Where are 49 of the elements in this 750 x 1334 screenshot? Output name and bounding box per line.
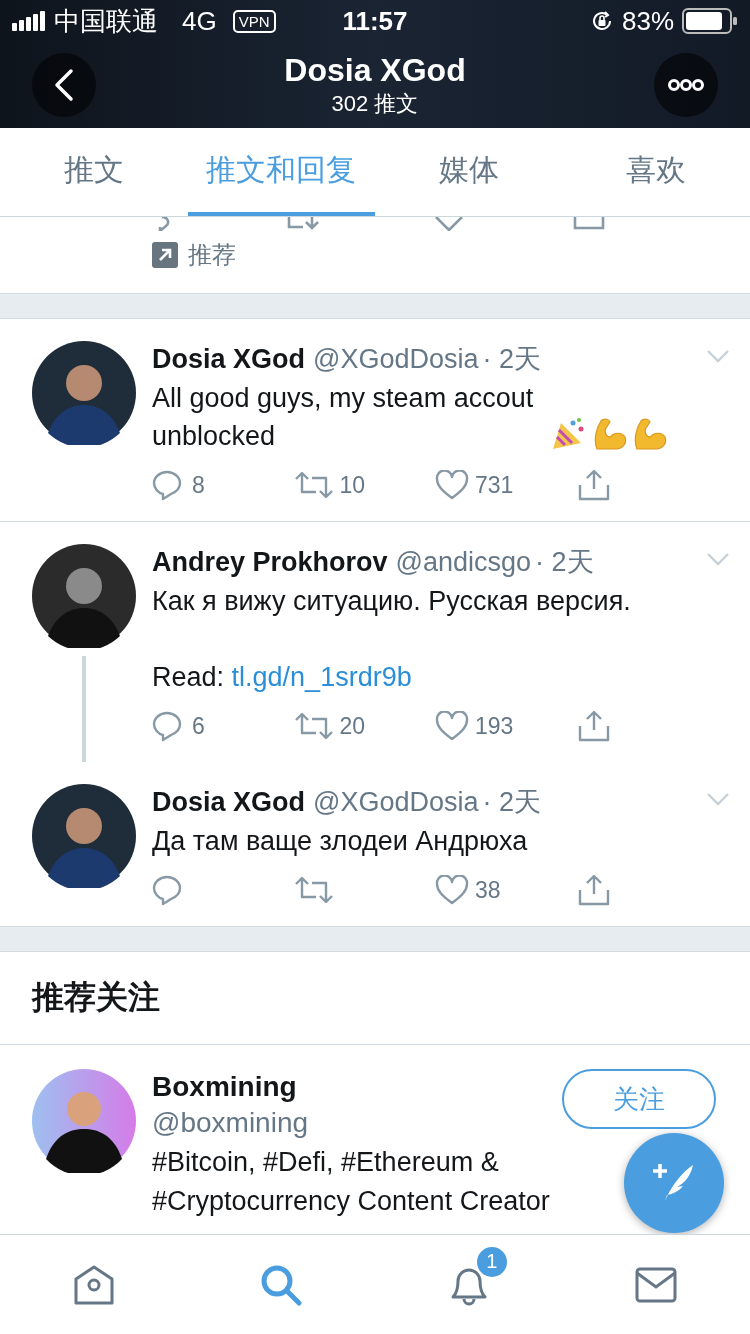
compose-button[interactable]	[624, 1133, 724, 1233]
chevron-left-icon	[53, 68, 75, 102]
reply-count: 6	[192, 712, 205, 740]
author-handle: @XGodDosia	[313, 344, 479, 375]
avatar[interactable]	[32, 341, 136, 445]
network-type: 4G	[182, 5, 217, 37]
user-name[interactable]: Boxmining	[152, 1069, 297, 1105]
tweet-count: 302 推文	[331, 89, 419, 118]
tweet-time: · 2天	[482, 786, 542, 819]
section-title: 推荐关注	[32, 978, 160, 1017]
tweet-text: Да там ваще злодеи Андрюха	[152, 826, 528, 856]
avatar[interactable]	[32, 1069, 136, 1173]
tweet-text: Как я вижу ситуацию. Русская версия.	[152, 586, 631, 616]
chevron-down-icon[interactable]	[706, 552, 730, 566]
user-bio: #Bitcoin, #Defi, #Ethereum & #Cryptocurrency Content Creator	[152, 1146, 551, 1218]
author-handle: @XGodDosia	[313, 787, 479, 818]
recommended-label: 推荐	[188, 240, 236, 270]
clock: 11:57	[342, 5, 408, 37]
author-handle: @andicsgo	[395, 547, 532, 578]
author-name[interactable]: Dosia XGod	[152, 787, 306, 818]
like-count: 731	[475, 471, 514, 499]
signal-icon	[12, 11, 46, 31]
vpn-badge: VPN	[232, 9, 276, 33]
bell-tab[interactable]: 1	[428, 1244, 509, 1325]
tweet-time: · 2天	[535, 546, 594, 579]
retweet-count: 10	[339, 471, 366, 499]
like-count: 38	[475, 876, 501, 904]
chevron-down-icon[interactable]	[706, 349, 730, 363]
author-name[interactable]: Andrey Prokhorov	[152, 547, 388, 578]
retweet-count: 20	[339, 712, 366, 740]
follow-button[interactable]: 关注	[562, 1069, 716, 1129]
avatar[interactable]	[32, 784, 136, 888]
battery-percent: 83%	[621, 5, 674, 37]
more-icon	[668, 79, 704, 91]
quill-icon	[653, 1163, 695, 1203]
tweet-text: All good guys, my steam accout unblocked	[152, 382, 535, 453]
profile-name: Dosia XGod	[284, 51, 466, 89]
tweet-link-line: Read: tl.gd/n_1srdr9b	[152, 661, 413, 694]
tweet-link[interactable]: tl.gd/n_1srdr9b	[231, 662, 412, 692]
notification-badge: 1	[474, 1244, 509, 1279]
battery-icon	[682, 8, 738, 34]
chevron-down-icon[interactable]	[706, 792, 730, 806]
avatar[interactable]	[32, 544, 136, 648]
tweet-time: · 2天	[482, 343, 542, 376]
user-handle: @boxmining	[152, 1106, 309, 1140]
like-count: 193	[475, 712, 514, 740]
reply-count: 8	[192, 471, 205, 499]
carrier-name: 中国联通	[54, 4, 158, 38]
author-name[interactable]: Dosia XGod	[152, 344, 306, 375]
